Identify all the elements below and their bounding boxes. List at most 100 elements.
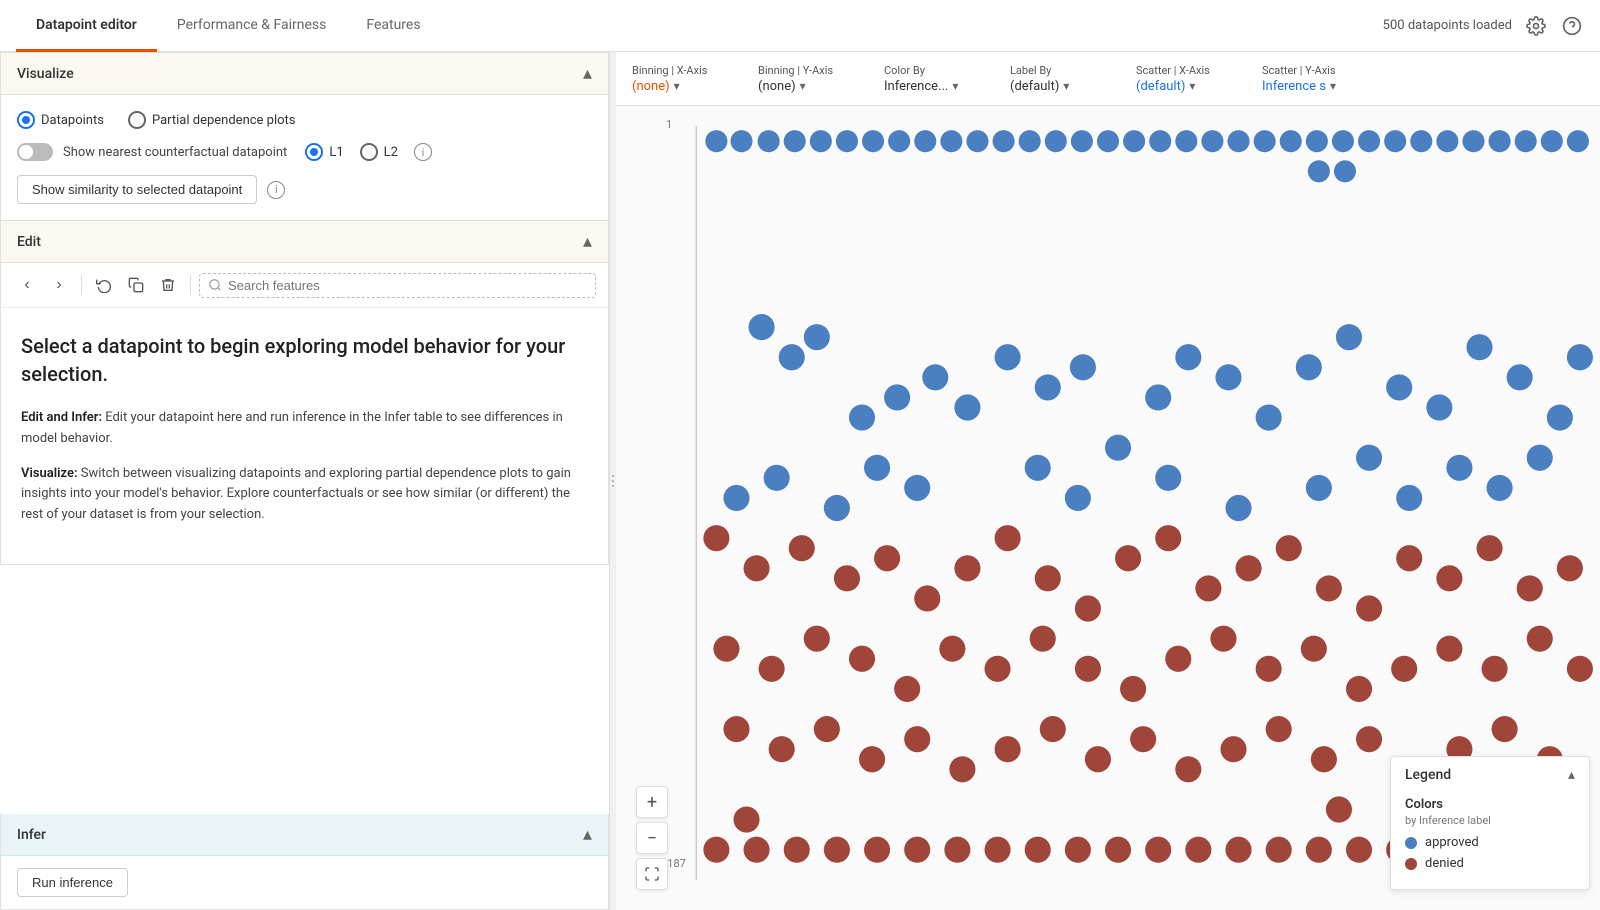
edit-collapse-icon[interactable]: ▴ bbox=[583, 231, 592, 252]
legend-item-approved: approved bbox=[1405, 835, 1575, 850]
edit-desc-block-1: Edit and Infer: Edit your datapoint here… bbox=[21, 408, 588, 450]
legend-item-denied: denied bbox=[1405, 856, 1575, 871]
counterfactual-toggle[interactable] bbox=[17, 143, 53, 161]
radio-partial-circle bbox=[128, 111, 146, 129]
settings-icon[interactable] bbox=[1524, 14, 1548, 38]
legend-header: Legend ▴ bbox=[1391, 757, 1589, 793]
binning-y-control: Binning | Y-Axis (none) ▾ bbox=[758, 64, 868, 94]
infer-content: Run inference bbox=[1, 856, 608, 909]
scatter-x-control: Scatter | X-Axis (default) ▾ bbox=[1136, 64, 1246, 94]
zoom-in-button[interactable]: + bbox=[636, 786, 668, 818]
label-by-value[interactable]: (default) ▾ bbox=[1010, 79, 1120, 94]
edit-text-content: Select a datapoint to begin exploring mo… bbox=[1, 308, 608, 564]
color-by-control: Color By Inference... ▾ bbox=[884, 64, 994, 94]
chart-toolbar: Binning | X-Axis (none) ▾ Binning | Y-Ax… bbox=[616, 52, 1600, 106]
forward-button[interactable]: › bbox=[45, 271, 73, 299]
binning-y-label: Binning | Y-Axis bbox=[758, 64, 868, 77]
edit-header[interactable]: Edit ▴ bbox=[1, 221, 608, 263]
legend-section-subtitle: by Inference label bbox=[1405, 814, 1575, 827]
delete-button[interactable] bbox=[154, 271, 182, 299]
legend-dot-denied bbox=[1405, 858, 1417, 870]
label-by-control: Label By (default) ▾ bbox=[1010, 64, 1120, 94]
tab-performance-fairness[interactable]: Performance & Fairness bbox=[157, 1, 347, 52]
tab-datapoint-editor[interactable]: Datapoint editor bbox=[16, 1, 157, 52]
toolbar-divider-2 bbox=[190, 275, 191, 295]
edit-desc-text-1: Edit your datapoint here and run inferen… bbox=[21, 410, 563, 446]
run-inference-button[interactable]: Run inference bbox=[17, 868, 128, 897]
similarity-button[interactable]: Show similarity to selected datapoint bbox=[17, 175, 257, 204]
binning-x-value[interactable]: (none) ▾ bbox=[632, 79, 742, 94]
radio-datapoints-circle bbox=[17, 111, 35, 129]
nav-right: 500 datapoints loaded bbox=[1383, 14, 1584, 38]
radio-l1[interactable]: L1 bbox=[305, 143, 343, 161]
edit-desc-text-2: Switch between visualizing datapoints an… bbox=[21, 466, 571, 523]
edit-desc-bold-1: Edit and Infer: bbox=[21, 410, 102, 425]
edit-title: Edit bbox=[17, 234, 41, 250]
similarity-info-icon[interactable]: i bbox=[267, 181, 285, 199]
edit-content-wrapper: ‹ › bbox=[1, 263, 608, 564]
tab-features[interactable]: Features bbox=[346, 1, 440, 52]
radio-l2[interactable]: L2 bbox=[360, 143, 398, 161]
binning-y-arrow: ▾ bbox=[800, 79, 806, 93]
toolbar-divider-1 bbox=[81, 275, 82, 295]
scatter-y-control: Scatter | Y-Axis Inference s ▾ bbox=[1262, 64, 1372, 94]
visualize-header[interactable]: Visualize ▴ bbox=[1, 53, 608, 95]
main-layout: Visualize ▴ Datapoints Partial dependenc… bbox=[0, 52, 1600, 910]
search-icon bbox=[208, 278, 222, 292]
infer-collapse-icon[interactable]: ▴ bbox=[583, 824, 592, 845]
l1l2-info-icon[interactable]: i bbox=[414, 143, 432, 161]
left-panel: Visualize ▴ Datapoints Partial dependenc… bbox=[0, 52, 610, 910]
scatter-x-label: Scatter | X-Axis bbox=[1136, 64, 1246, 77]
radio-partial-label: Partial dependence plots bbox=[152, 113, 296, 128]
infer-section: Infer ▴ Run inference bbox=[0, 814, 609, 910]
visualize-collapse-icon[interactable]: ▴ bbox=[583, 63, 592, 84]
scatter-x-value[interactable]: (default) ▾ bbox=[1136, 79, 1246, 94]
label-by-arrow: ▾ bbox=[1063, 79, 1069, 93]
edit-section: Edit ▴ ‹ › bbox=[0, 221, 609, 565]
binning-x-arrow: ▾ bbox=[674, 79, 680, 93]
legend-collapse-icon[interactable]: ▴ bbox=[1568, 767, 1575, 783]
y-axis-top: 1 bbox=[666, 118, 672, 131]
binning-y-value[interactable]: (none) ▾ bbox=[758, 79, 868, 94]
drag-dots bbox=[612, 475, 614, 487]
l1-label: L1 bbox=[329, 145, 343, 160]
scatter-y-label: Scatter | Y-Axis bbox=[1262, 64, 1372, 77]
zoom-out-button[interactable]: − bbox=[636, 822, 668, 854]
copy-button[interactable] bbox=[122, 271, 150, 299]
edit-desc-block-2: Visualize: Switch between visualizing da… bbox=[21, 464, 588, 526]
legend-label-approved: approved bbox=[1425, 835, 1479, 850]
scatter-y-value[interactable]: Inference s ▾ bbox=[1262, 79, 1372, 94]
legend-title: Legend bbox=[1405, 767, 1451, 783]
radio-datapoints[interactable]: Datapoints bbox=[17, 111, 104, 129]
color-by-label: Color By bbox=[884, 64, 994, 77]
fit-screen-button[interactable] bbox=[636, 858, 668, 890]
binning-x-control: Binning | X-Axis (none) ▾ bbox=[632, 64, 742, 94]
visualize-title: Visualize bbox=[17, 66, 74, 82]
radio-l1-circle bbox=[305, 143, 323, 161]
radio-datapoints-label: Datapoints bbox=[41, 113, 104, 128]
legend-section-title: Colors bbox=[1405, 797, 1575, 812]
l2-label: L2 bbox=[384, 145, 398, 160]
radio-partial-dependence[interactable]: Partial dependence plots bbox=[128, 111, 296, 129]
restore-button[interactable] bbox=[90, 271, 118, 299]
edit-toolbar: ‹ › bbox=[1, 263, 608, 308]
back-button[interactable]: ‹ bbox=[13, 271, 41, 299]
legend-body: Colors by Inference label approved denie… bbox=[1391, 793, 1589, 889]
infer-header[interactable]: Infer ▴ bbox=[1, 814, 608, 856]
search-box bbox=[199, 273, 596, 298]
edit-desc-bold-2: Visualize: bbox=[21, 466, 78, 481]
chart-area: 1 0.0187 bbox=[616, 106, 1600, 910]
search-input[interactable] bbox=[228, 278, 587, 293]
color-by-arrow: ▾ bbox=[952, 79, 958, 93]
help-icon[interactable] bbox=[1560, 14, 1584, 38]
top-nav: Datapoint editor Performance & Fairness … bbox=[0, 0, 1600, 52]
scatter-y-arrow: ▾ bbox=[1330, 79, 1336, 93]
visualize-content: Datapoints Partial dependence plots Show… bbox=[1, 95, 608, 220]
datapoints-loaded-label: 500 datapoints loaded bbox=[1383, 18, 1512, 33]
legend-label-denied: denied bbox=[1425, 856, 1464, 871]
color-by-value[interactable]: Inference... ▾ bbox=[884, 79, 994, 94]
edit-main-title: Select a datapoint to begin exploring mo… bbox=[21, 332, 588, 388]
toggle-row: Show nearest counterfactual datapoint L1… bbox=[17, 143, 592, 161]
l1-l2-row: L1 L2 i bbox=[305, 143, 432, 161]
visualize-section: Visualize ▴ Datapoints Partial dependenc… bbox=[0, 52, 609, 221]
